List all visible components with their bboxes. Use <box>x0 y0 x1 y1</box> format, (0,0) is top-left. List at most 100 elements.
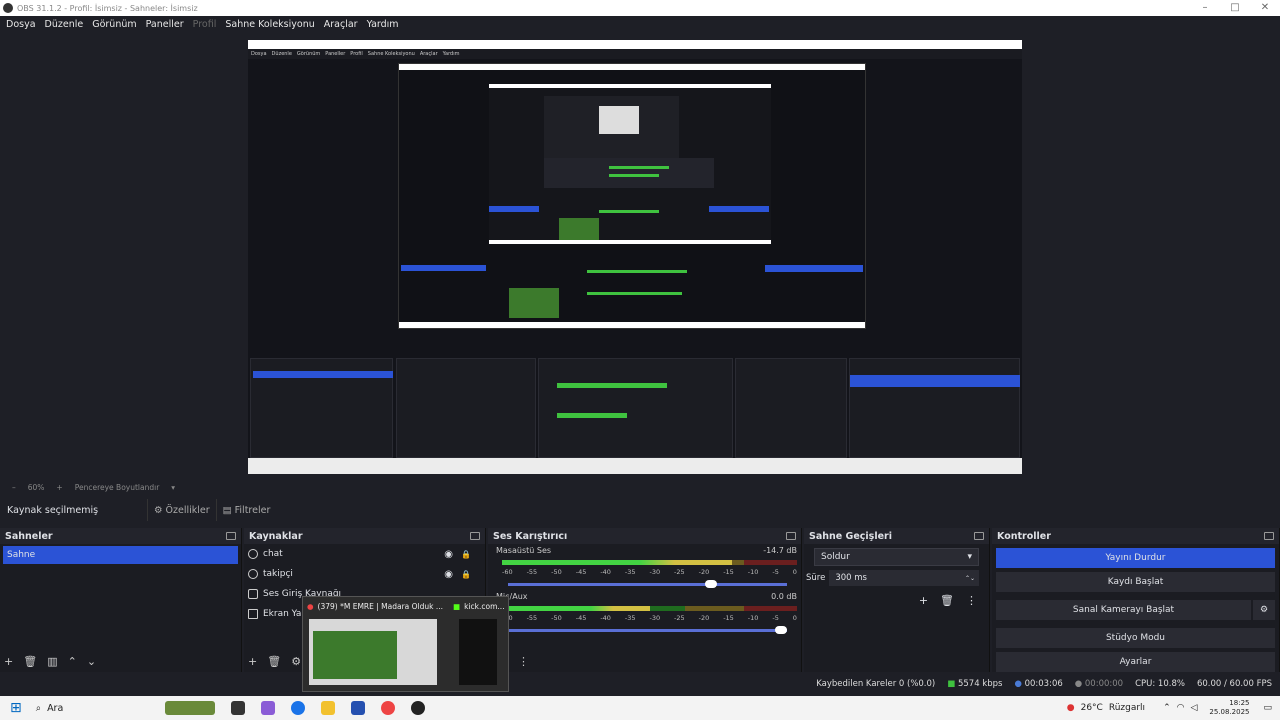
add-icon[interactable]: + <box>4 655 13 668</box>
menu-docks[interactable]: Paneller <box>146 19 184 30</box>
taskbar-thumbnail[interactable]: ● (379) *M EMRE | Madara Olduk ... ■ kick.c… <box>302 596 509 692</box>
chevron-down-icon[interactable]: ▾ <box>171 483 175 492</box>
windows-start-icon[interactable]: ⊞ <box>10 700 22 716</box>
meter-tick: -10 <box>747 614 759 622</box>
thumbnail-tab: kick.com... <box>464 601 505 611</box>
dock-options-icon[interactable] <box>786 532 796 540</box>
trash-icon[interactable]: 🗑 <box>940 594 954 607</box>
thumbnail-preview <box>459 619 497 685</box>
add-icon[interactable]: + <box>248 655 257 668</box>
folder-icon[interactable] <box>321 701 336 715</box>
menu-tools[interactable]: Araçlar <box>324 19 358 30</box>
more-options-icon[interactable]: ⋮ <box>518 655 529 668</box>
mixer-channel: Mic/Aux 0.0 dB -60-55-50-45-40-35-30-25-… <box>488 590 801 636</box>
menu-scene-collection[interactable]: Sahne Koleksiyonu <box>225 19 314 30</box>
preview-area[interactable]: Dosya Düzenle Görünüm Paneller Profil Sahne K… <box>0 32 1280 480</box>
zoom-plus-icon[interactable]: + <box>56 483 62 492</box>
no-source-label: Kaynak seçilmemiş <box>7 504 99 516</box>
notification-icon[interactable]: ▭ <box>1263 703 1272 713</box>
down-arrow-icon[interactable]: ⌄ <box>87 655 96 668</box>
filter-icon[interactable]: ▥ <box>47 655 57 668</box>
dropped-frames: Kaybedilen Kareler 0 (%0.0) <box>816 679 936 689</box>
more-options-icon[interactable]: ⋮ <box>966 594 977 607</box>
meter-tick: -60 <box>502 568 513 576</box>
dock-options-icon[interactable] <box>1264 532 1274 540</box>
minimize-icon[interactable]: – <box>1190 0 1220 16</box>
trash-icon[interactable]: 🗑 <box>23 655 37 668</box>
obs-logo-icon <box>3 3 13 13</box>
lock-icon[interactable]: 🔒 <box>461 550 471 559</box>
zoom-minus-icon[interactable]: – <box>12 483 16 492</box>
meter-tick: -35 <box>624 614 636 622</box>
transition-select[interactable]: Soldur ▾ <box>814 548 979 566</box>
meter-tick: -5 <box>772 614 779 622</box>
search-icon[interactable]: ⌕ <box>36 703 41 714</box>
network-icon: ■ <box>947 679 956 689</box>
source-item[interactable]: chat ◉ 🔒 <box>244 544 485 564</box>
edge-icon[interactable] <box>291 701 306 715</box>
start-recording-button[interactable]: Kaydı Başlat <box>996 572 1275 592</box>
gear-icon[interactable]: ⚙ <box>1253 600 1275 620</box>
meter-tick: -30 <box>649 614 661 622</box>
start-virtual-camera-button[interactable]: Sanal Kamerayı Başlat <box>996 600 1251 620</box>
zoom-bar: – 60% + Pencereye Boyutlandır ▾ <box>0 480 1280 494</box>
stop-stream-button[interactable]: Yayını Durdur <box>996 548 1275 568</box>
meter-tick: -30 <box>649 568 661 576</box>
gear-icon[interactable]: ⚙ <box>291 655 301 668</box>
duration-input[interactable]: 300 ms ⌃⌄ <box>829 570 979 586</box>
meter-ticks: -60-55-50-45-40-35-30-25-20-15-10-50 <box>502 568 797 576</box>
eye-icon[interactable]: ◉ <box>444 569 453 580</box>
obs-icon[interactable] <box>411 701 426 715</box>
dock-options-icon[interactable] <box>226 532 236 540</box>
up-arrow-icon[interactable]: ⌃ <box>68 655 77 668</box>
gear-icon: ⚙ <box>154 504 163 516</box>
meter-tick: -45 <box>575 614 587 622</box>
level-meter <box>502 606 797 611</box>
add-icon[interactable]: + <box>919 594 928 607</box>
dock-options-icon[interactable] <box>974 532 984 540</box>
filters-button[interactable]: ▤ Filtreler <box>215 499 277 521</box>
meter-tick: -25 <box>674 568 685 576</box>
clock-time: 18:25 <box>1229 699 1250 707</box>
meter-tick: -15 <box>723 568 734 576</box>
store-icon[interactable] <box>351 701 366 715</box>
wifi-icon[interactable]: ◠ <box>1177 703 1185 713</box>
maximize-icon[interactable]: □ <box>1220 0 1250 16</box>
thumbnail-preview <box>309 619 437 685</box>
mixer-channel: Masaüstü Ses -14.7 dB -60 -55 -50 -45 -40 -35… <box>488 544 801 590</box>
preview-canvas: Dosya Düzenle Görünüm Paneller Profil Sahne K… <box>248 40 1022 474</box>
source-item[interactable]: takipçi ◉ 🔒 <box>244 564 485 584</box>
menu-profile[interactable]: Profil <box>193 19 217 30</box>
meter-tick: 0 <box>792 614 797 622</box>
menu-bar: Dosya Düzenle Görünüm Paneller Profil Sa… <box>0 16 1280 32</box>
close-icon[interactable]: ✕ <box>1250 0 1280 16</box>
chrome-icon[interactable] <box>381 701 396 715</box>
settings-button[interactable]: Ayarlar <box>996 652 1275 672</box>
volume-slider[interactable] <box>508 626 787 634</box>
volume-icon[interactable]: ◁ <box>1190 703 1197 713</box>
kick-icon: ■ <box>453 601 461 611</box>
lock-icon[interactable]: 🔒 <box>461 570 471 579</box>
widget-icon[interactable] <box>165 701 216 715</box>
menu-file[interactable]: Dosya <box>6 19 36 30</box>
task-view-icon[interactable] <box>231 701 246 715</box>
volume-slider[interactable] <box>508 580 787 588</box>
studio-mode-button[interactable]: Stüdyo Modu <box>996 628 1275 648</box>
bitrate: ■ 5574 kbps <box>947 679 1003 689</box>
monitor-icon <box>248 609 258 619</box>
weather-text: Rüzgarlı <box>1108 703 1146 713</box>
fit-to-window[interactable]: Pencereye Boyutlandır <box>75 483 160 492</box>
menu-edit[interactable]: Düzenle <box>45 19 84 30</box>
trash-icon[interactable]: 🗑 <box>267 655 281 668</box>
tray-chevron-icon[interactable]: ⌃ <box>1163 703 1171 713</box>
menu-view[interactable]: Görünüm <box>92 19 136 30</box>
scene-item[interactable]: Sahne <box>3 546 238 564</box>
source-toolbar: Kaynak seçilmemiş ⚙ Özellikler ▤ Filtreler <box>0 498 1280 522</box>
dock-options-icon[interactable] <box>470 532 480 540</box>
menu-help[interactable]: Yardım <box>367 19 399 30</box>
properties-button[interactable]: ⚙ Özellikler <box>147 499 216 521</box>
status-bar: Kaybedilen Kareler 0 (%0.0) ■ 5574 kbps … <box>0 676 1280 692</box>
eye-icon[interactable]: ◉ <box>444 549 453 560</box>
copilot-icon[interactable] <box>261 701 276 715</box>
search-box[interactable]: Ara <box>47 703 157 714</box>
